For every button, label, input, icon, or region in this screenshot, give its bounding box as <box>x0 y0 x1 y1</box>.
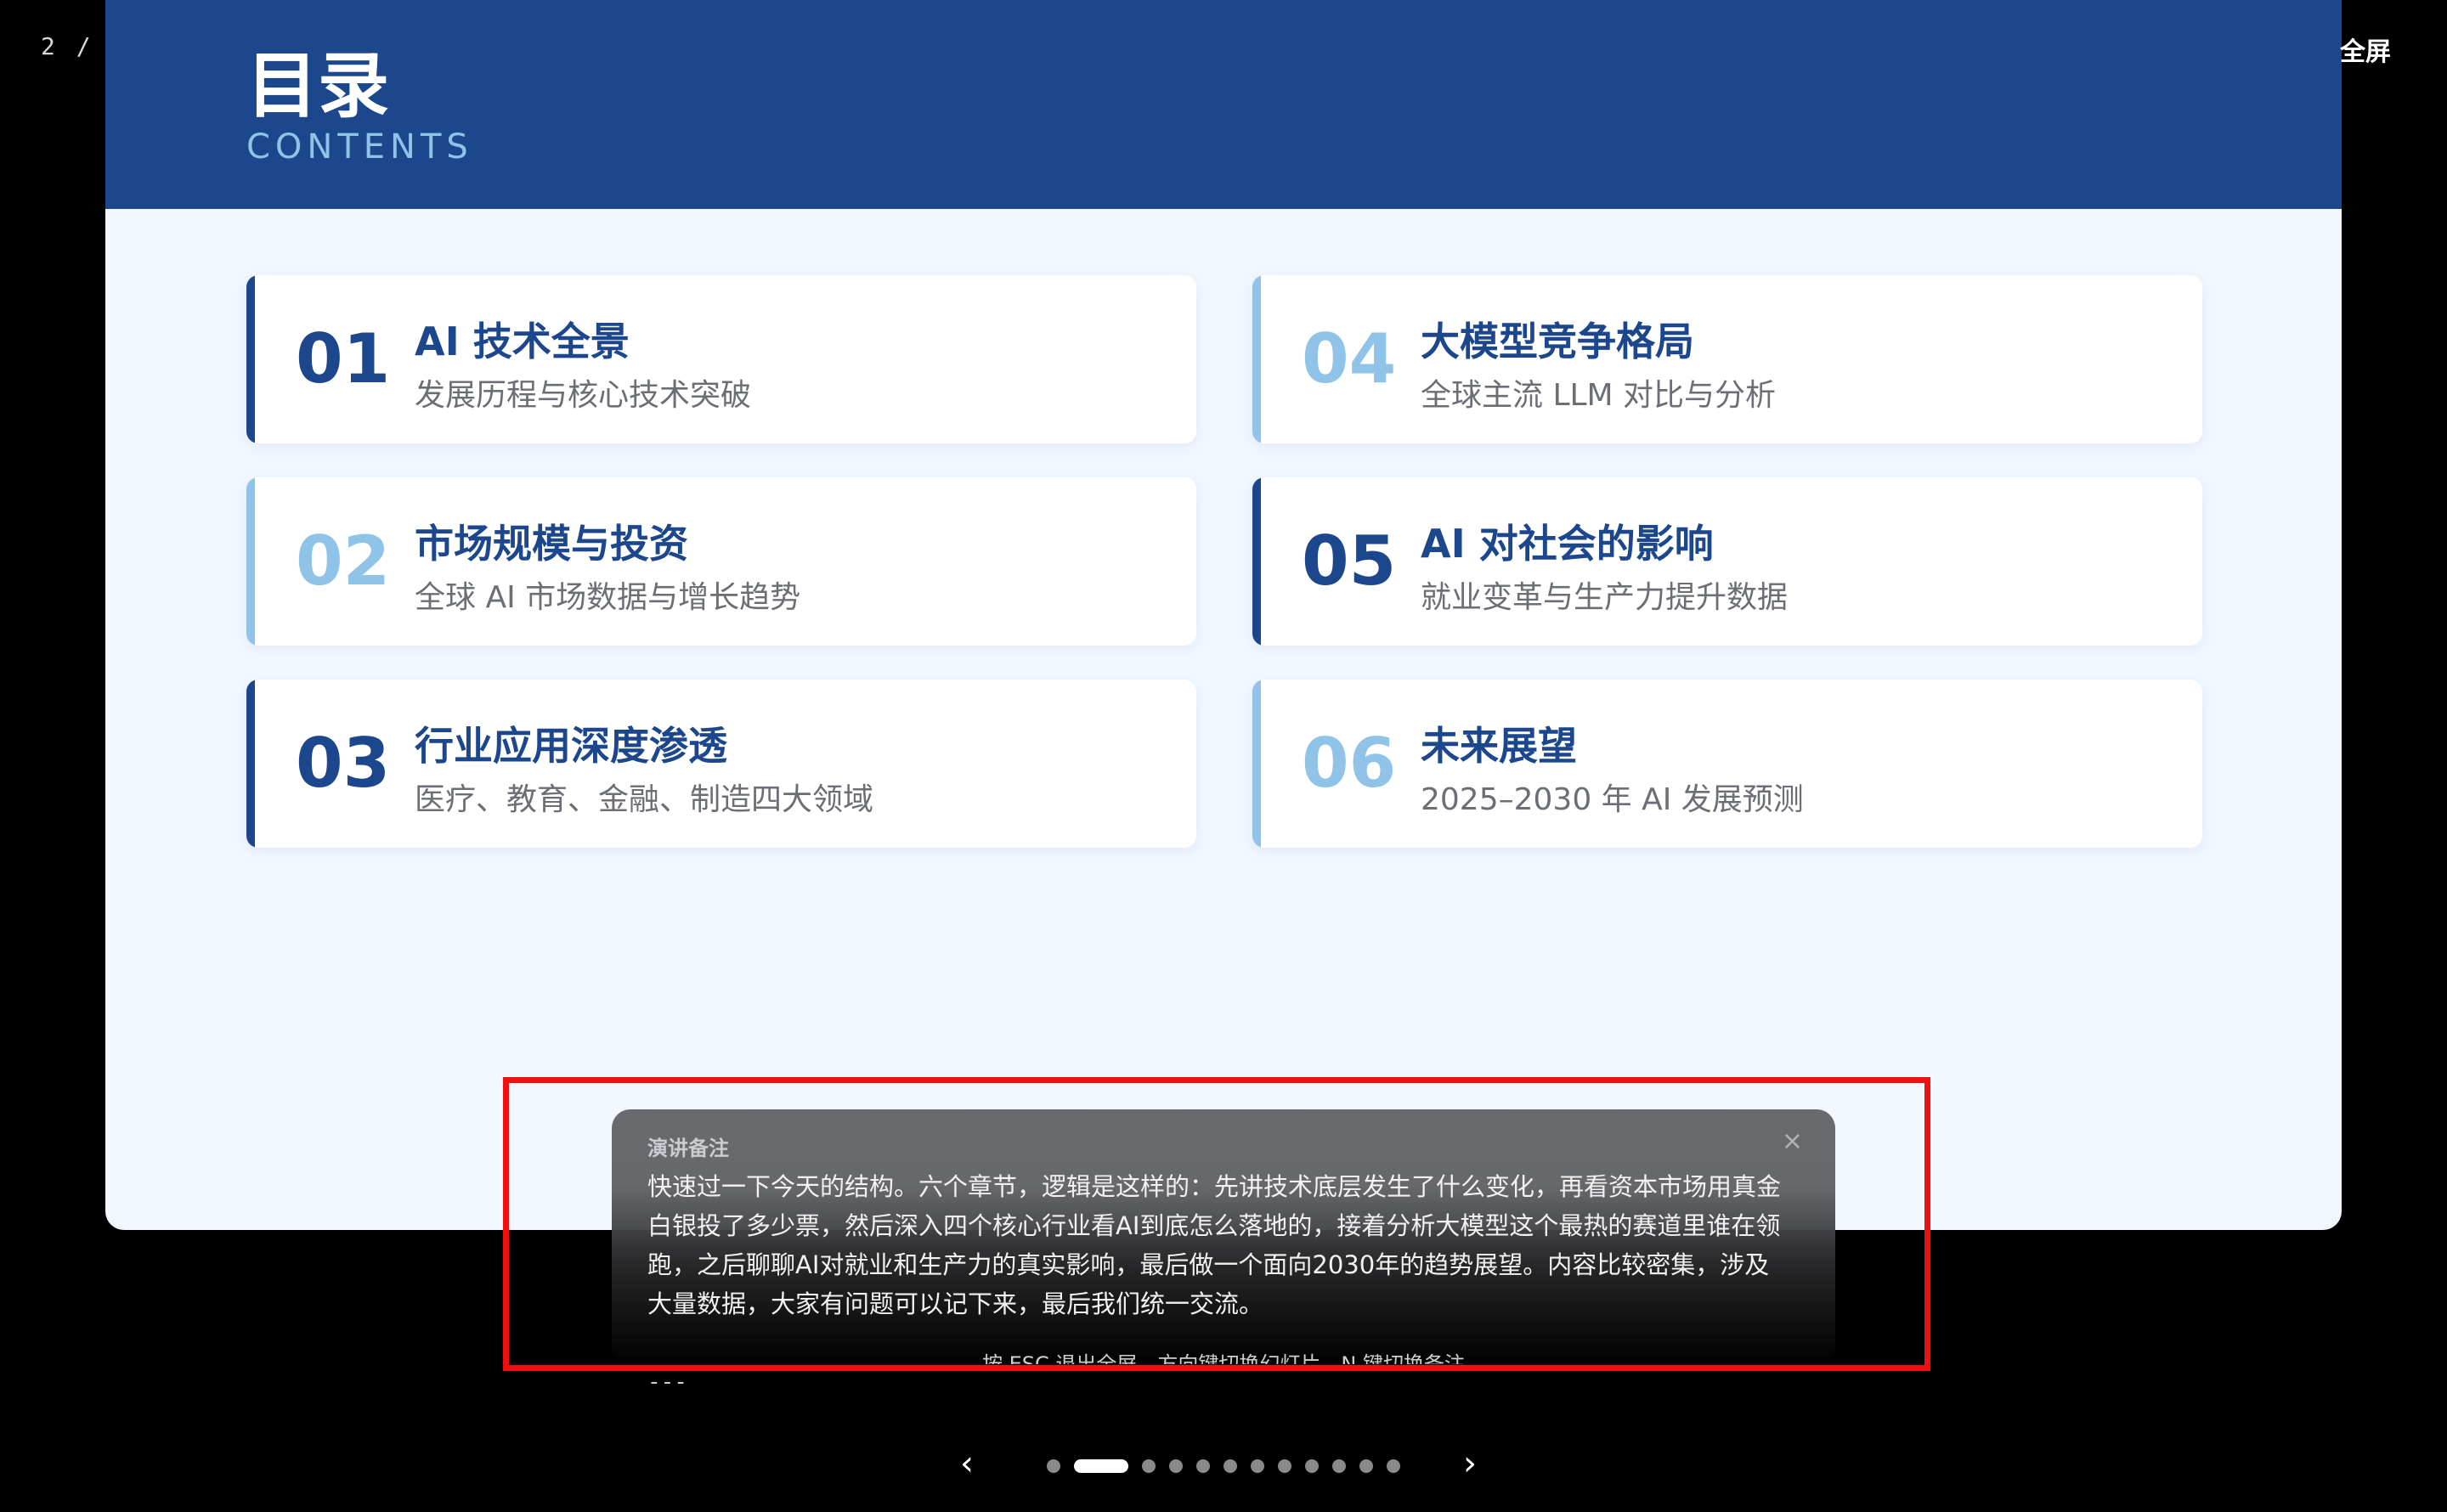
chevron-right-icon[interactable]: › <box>1463 1444 1477 1483</box>
toc-card-03: 03 行业应用深度渗透 医疗、教育、金融、制造四大领域 <box>246 680 1196 848</box>
toc-number: 06 <box>1302 724 1397 803</box>
slide-dot[interactable] <box>1387 1459 1400 1473</box>
toc-title: 行业应用深度渗透 <box>415 723 727 769</box>
toc-card-05: 05 AI 对社会的影响 就业变革与生产力提升数据 <box>1252 477 2202 646</box>
toc-number: 01 <box>296 319 391 398</box>
toc-card-01: 01 AI 技术全景 发展历程与核心技术突破 <box>246 275 1196 443</box>
slide-dot[interactable] <box>1142 1459 1156 1473</box>
toc-card-02: 02 市场规模与投资 全球 AI 市场数据与增长趋势 <box>246 477 1196 646</box>
presentation-screen: 2 / 1 目录 CONTENTS 01 AI 技术全景 发展历程与核心技术突破… <box>0 0 2447 1512</box>
slide-subtitle: CONTENTS <box>246 127 473 166</box>
slide-dot-active[interactable] <box>1074 1459 1128 1473</box>
toc-title: AI 对社会的影响 <box>1421 521 1714 567</box>
slide-dot[interactable] <box>1224 1459 1237 1473</box>
slide-dot[interactable] <box>1169 1459 1183 1473</box>
slide-dot[interactable] <box>1305 1459 1319 1473</box>
toc-description: 全球主流 LLM 对比与分析 <box>1421 378 1777 413</box>
slide-dot[interactable] <box>1359 1459 1373 1473</box>
slide-dot[interactable] <box>1047 1459 1060 1473</box>
toc-title: 市场规模与投资 <box>415 521 688 567</box>
toc-description: 就业变革与生产力提升数据 <box>1421 580 1789 615</box>
slide: 目录 CONTENTS 01 AI 技术全景 发展历程与核心技术突破 02 市场… <box>105 0 2342 1230</box>
toc-card-06: 06 未来展望 2025–2030 年 AI 发展预测 <box>1252 680 2202 848</box>
slide-dot[interactable] <box>1278 1459 1291 1473</box>
chevron-left-icon[interactable]: ‹ <box>960 1444 974 1483</box>
slide-dot[interactable] <box>1251 1459 1264 1473</box>
fullscreen-button[interactable]: 全屏 <box>2340 31 2391 68</box>
slide-header: 目录 CONTENTS <box>105 0 2342 209</box>
toc-title: 未来展望 <box>1421 723 1577 769</box>
slide-dot[interactable] <box>1196 1459 1210 1473</box>
toc-number: 02 <box>296 522 391 601</box>
slide-dot[interactable] <box>1332 1459 1346 1473</box>
toc-title: 大模型竞争格局 <box>1421 319 1694 364</box>
toc-description: 全球 AI 市场数据与增长趋势 <box>415 580 801 615</box>
toc-description: 医疗、教育、金融、制造四大领域 <box>415 782 874 817</box>
toc-number: 03 <box>296 724 391 803</box>
toc-card-04: 04 大模型竞争格局 全球主流 LLM 对比与分析 <box>1252 275 2202 443</box>
toc-number: 05 <box>1302 522 1397 601</box>
toc-title: AI 技术全景 <box>415 319 630 364</box>
toc-description: 发展历程与核心技术突破 <box>415 378 752 413</box>
highlight-box <box>503 1077 1930 1371</box>
toc-description: 2025–2030 年 AI 发展预测 <box>1421 782 1804 817</box>
slide-title: 目录 <box>246 44 390 127</box>
toc-number: 04 <box>1302 319 1397 398</box>
notes-separator: --- <box>647 1369 687 1395</box>
